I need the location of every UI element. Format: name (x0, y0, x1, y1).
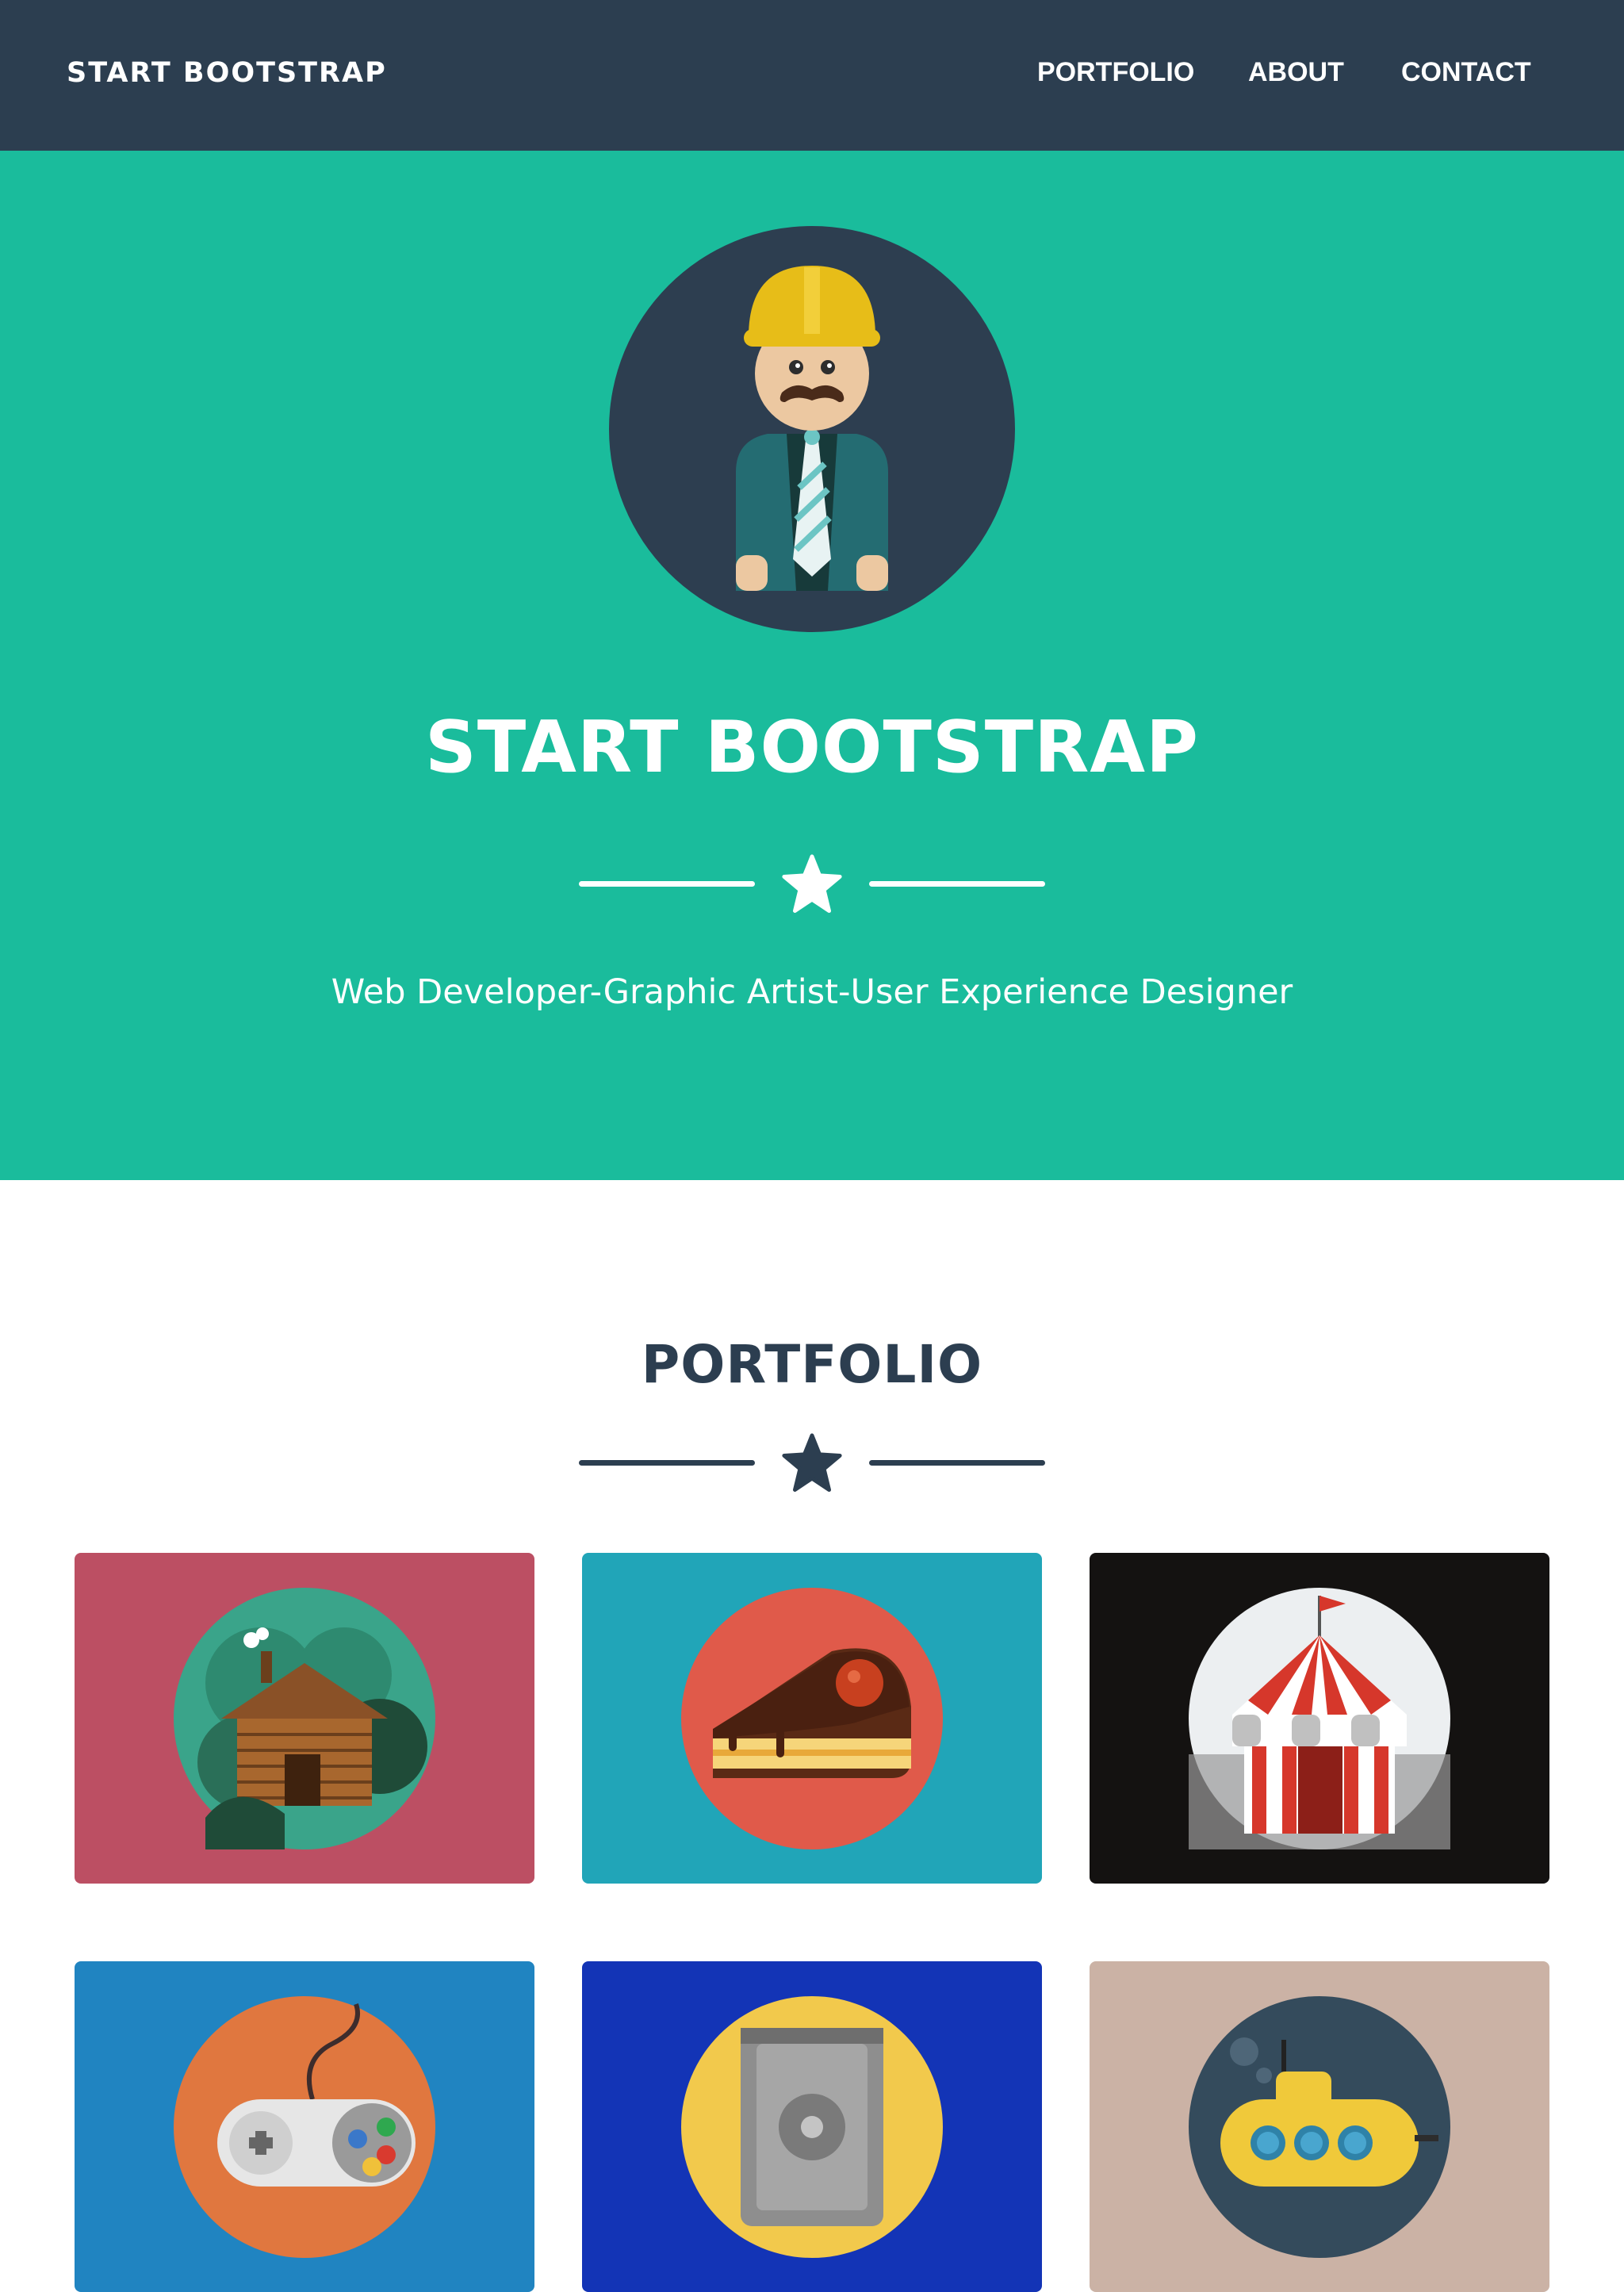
cake-slice-icon (681, 1588, 943, 1849)
hero-subtitle: Web Developer-Graphic Artist-User Experi… (331, 972, 1293, 1012)
star-icon (782, 854, 842, 913)
navbar-brand[interactable]: START BOOTSTRAP (67, 57, 387, 89)
nav-link-portfolio[interactable]: PORTFOLIO (1037, 57, 1194, 88)
portfolio-item-circus[interactable] (1090, 1553, 1549, 1884)
star-icon (782, 1433, 842, 1492)
log-cabin-icon (174, 1588, 435, 1849)
safe-icon (681, 1996, 943, 2258)
circus-tent-icon (1189, 1588, 1450, 1849)
portfolio-item-submarine[interactable] (1090, 1961, 1549, 2292)
avatar (609, 226, 1015, 632)
portfolio-item-cabin[interactable] (75, 1553, 534, 1884)
portfolio-item-cake[interactable] (582, 1553, 1042, 1884)
game-controller-icon (174, 1996, 435, 2258)
portfolio-item-safe[interactable] (582, 1961, 1042, 2292)
portfolio-item-controller[interactable] (75, 1961, 534, 2292)
nav-link-contact[interactable]: CONTACT (1401, 57, 1531, 88)
navbar: START BOOTSTRAP PORTFOLIO ABOUT CONTACT (0, 0, 1624, 151)
hero-title: START BOOTSTRAP (425, 706, 1199, 789)
portfolio-divider (579, 1432, 1045, 1495)
submarine-icon (1189, 1996, 1450, 2258)
nav-link-about[interactable]: ABOUT (1248, 57, 1344, 88)
portfolio-title: PORTFOLIO (641, 1334, 983, 1395)
hero-divider (579, 853, 1045, 916)
